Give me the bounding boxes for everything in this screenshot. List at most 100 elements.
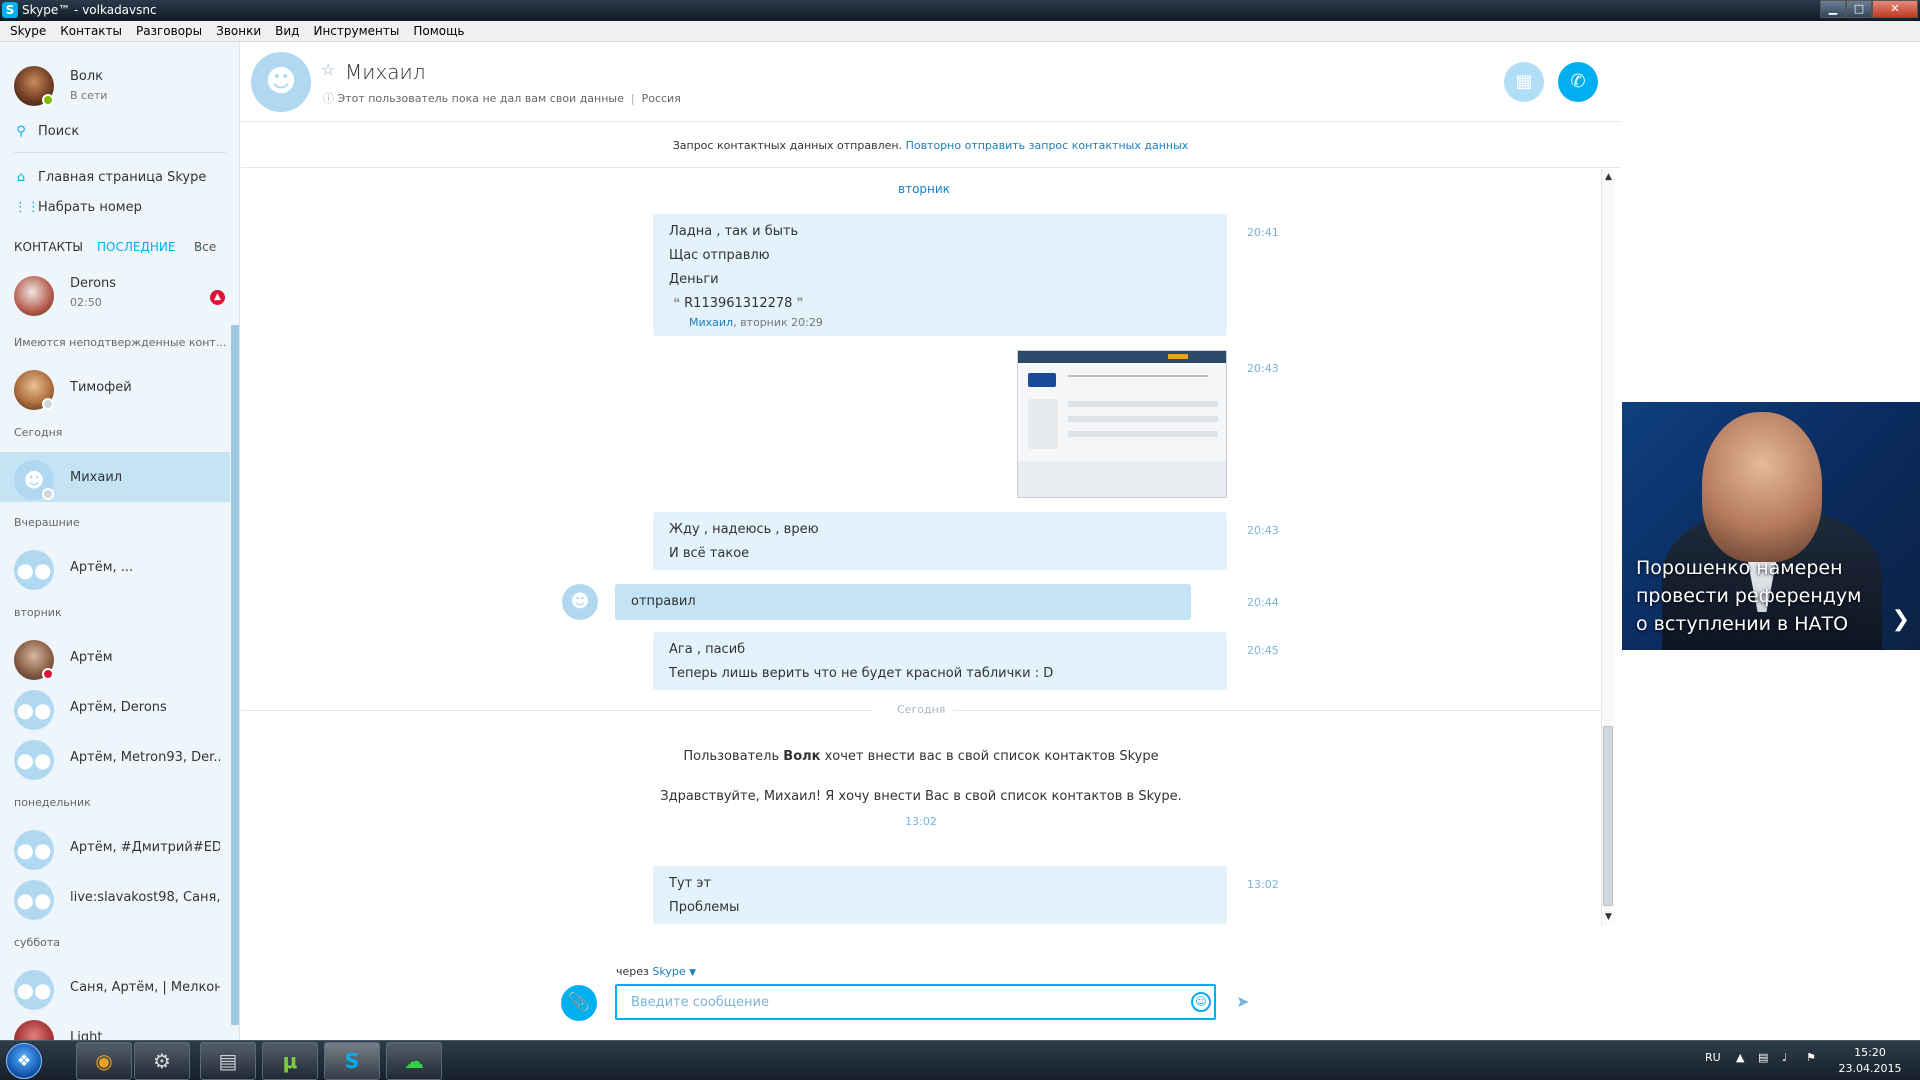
compose-area: через Skype ▼ 📎 ☺ ➤ (241, 950, 1620, 1040)
contact-timofey[interactable]: Тимофей (0, 362, 230, 412)
message-time: 20:43 (1247, 362, 1279, 375)
scroll-up-icon[interactable]: ▲ (1605, 172, 1612, 182)
tab-recent[interactable]: ПОСЛЕДНИЕ (97, 240, 175, 254)
maximize-button[interactable]: □ (1846, 0, 1872, 18)
contact-mikhail[interactable]: ☻ Михаил (0, 452, 230, 502)
pending-status-icon (42, 488, 54, 500)
contact-derons[interactable]: Derons 02:50 ▲ (0, 268, 230, 318)
section-tuesday: вторник (14, 606, 62, 619)
user-icon[interactable]: ☻ (562, 584, 598, 620)
close-button[interactable]: ✕ (1872, 0, 1918, 18)
chevron-right-icon[interactable]: ❯ (1892, 607, 1910, 632)
contact-country: Россия (641, 92, 681, 105)
message-bubble[interactable]: Тут эт Проблемы (653, 866, 1227, 924)
contact-name: Derons (70, 276, 117, 291)
greeting-message: Здравствуйте, Михаил! Я хочу внести Вас … (660, 789, 1182, 804)
utorrent-icon[interactable]: μ (262, 1042, 318, 1080)
menu-contacts[interactable]: Контакты (53, 21, 129, 41)
dial-number-link[interactable]: ⋮⋮ Набрать номер (14, 200, 142, 215)
clock[interactable]: 15:20 23.04.2015 (1830, 1045, 1910, 1077)
paperclip-icon[interactable]: 📎 (561, 985, 597, 1021)
send-icon[interactable]: ➤ (1236, 992, 1249, 1011)
menu-calls[interactable]: Звонки (209, 21, 268, 41)
contact-artem[interactable]: Артём (0, 632, 230, 682)
flag-icon[interactable]: ⚑ (1806, 1051, 1816, 1064)
chat-history: вторник Ладна , так и быть Щас отправлю … (241, 169, 1601, 929)
quote: ❝ R113961312278 ❞ (673, 296, 804, 311)
chrome-icon[interactable]: ◉ (76, 1042, 132, 1080)
contact-artem-dmitry[interactable]: ●● Артём, #Дмитрий#ED... (0, 822, 230, 872)
message-text: Тут эт (669, 876, 712, 891)
minimize-button[interactable]: ▁ (1820, 0, 1846, 18)
group-icon: ●● (14, 880, 54, 920)
clock-time: 15:20 (1854, 1046, 1886, 1059)
contact-sanya-artem[interactable]: ●● Саня, Артём, | Мелкон... (0, 962, 230, 1012)
smiley-icon[interactable]: ☺ (1191, 992, 1211, 1012)
contact-live-slava[interactable]: ●● live:slavakost98, Саня,... (0, 872, 230, 922)
group-icon: ●● (14, 970, 54, 1010)
group-icon: ●● (14, 690, 54, 730)
volume-icon[interactable]: ♩ (1782, 1051, 1787, 1064)
skype-home-link[interactable]: ⌂ Главная страница Skype (14, 170, 207, 185)
menu-conversations[interactable]: Разговоры (129, 21, 209, 41)
user-icon[interactable]: ☻ (251, 52, 311, 112)
notice-text: Запрос контактных данных отправлен. (672, 139, 903, 152)
video-call-button[interactable]: ▦ (1504, 62, 1544, 102)
group-icon: ●● (14, 830, 54, 870)
ad-banner[interactable]: Порошенко намерен провести референдум о … (1622, 402, 1920, 650)
message-input[interactable] (615, 984, 1216, 1020)
message-text: Щас отправлю (669, 248, 770, 263)
message-text: Жду , надеюсь , врею (669, 522, 819, 537)
cloud-icon[interactable]: ☁ (386, 1042, 442, 1080)
contact-artem-derons[interactable]: ●● Артём, Derons (0, 682, 230, 732)
message-time: 13:02 (905, 815, 937, 828)
section-saturday: суббота (14, 936, 61, 949)
sidebar-scrollbar[interactable] (231, 325, 239, 1025)
search-icon: ⚲ (16, 124, 26, 139)
message-bubble[interactable]: Ладна , так и быть Щас отправлю Деньги ❝… (653, 214, 1227, 336)
search-link[interactable]: ⚲ Поиск (14, 124, 79, 139)
contact-name: Артём, Derons (70, 700, 167, 715)
skype-taskbar-icon[interactable]: S (324, 1042, 380, 1080)
menu-help[interactable]: Помощь (406, 21, 471, 41)
message-text: И всё такое (669, 546, 750, 561)
contact-name: Артём, Metron93, Der... (70, 750, 220, 765)
section-yesterday: Вчерашние (14, 516, 80, 529)
call-button[interactable]: ✆ (1558, 62, 1598, 102)
group-icon: ●● (14, 550, 54, 590)
message-bubble[interactable]: отправил (615, 584, 1191, 620)
menu-view[interactable]: Вид (268, 21, 306, 41)
menu-bar: Skype Контакты Разговоры Звонки Вид Инст… (0, 21, 1920, 42)
tab-contacts[interactable]: КОНТАКТЫ (14, 240, 83, 254)
computer-icon[interactable]: ▤ (200, 1042, 256, 1080)
language-indicator[interactable]: RU (1705, 1051, 1721, 1064)
clock-date: 23.04.2015 (1838, 1062, 1902, 1075)
steam-icon[interactable]: ⚙ (134, 1042, 190, 1080)
dialpad-icon: ⋮⋮ (14, 200, 40, 215)
online-status-icon (42, 94, 54, 106)
via-selector[interactable]: через Skype ▼ (616, 965, 696, 978)
contact-artem-metron[interactable]: ●● Артём, Metron93, Der... (0, 732, 230, 782)
contact-artem-group[interactable]: ●● Артём, ... (0, 542, 230, 592)
message-time: 20:43 (1247, 524, 1279, 537)
message-bubble[interactable]: Жду , надеюсь , врею И всё такое (653, 512, 1227, 570)
contact-light[interactable]: Light (0, 1012, 230, 1040)
contact-name: live:slavakost98, Саня,... (70, 890, 220, 905)
shared-image[interactable] (1017, 350, 1227, 498)
windows-start-icon[interactable]: ❖ (6, 1043, 42, 1079)
network-icon[interactable]: ▤ (1758, 1051, 1768, 1064)
message-time: 20:45 (1247, 644, 1279, 657)
group-icon: ●● (14, 740, 54, 780)
menu-skype[interactable]: Skype (3, 21, 53, 41)
help-icon: ⓘ (323, 92, 334, 105)
contact-name: Артём, #Дмитрий#ED... (70, 840, 220, 855)
tray-expand-icon[interactable]: ▲ (1736, 1051, 1744, 1064)
quote-author[interactable]: Михаил (689, 316, 733, 329)
menu-tools[interactable]: Инструменты (306, 21, 406, 41)
message-bubble[interactable]: Ага , пасиб Теперь лишь верить что не бу… (653, 632, 1227, 690)
taskbar: ❖ ◉ ⚙ ▤ μ S ☁ RU ▲ ▤ ♩ ⚑ 15:20 23.04.201… (0, 1040, 1920, 1080)
resend-request-link[interactable]: Повторно отправить запрос контактных дан… (906, 139, 1189, 152)
star-icon[interactable]: ☆ (321, 60, 335, 79)
scroll-down-icon[interactable]: ▼ (1605, 912, 1612, 922)
chat-scrollbar-thumb[interactable] (1603, 726, 1613, 906)
